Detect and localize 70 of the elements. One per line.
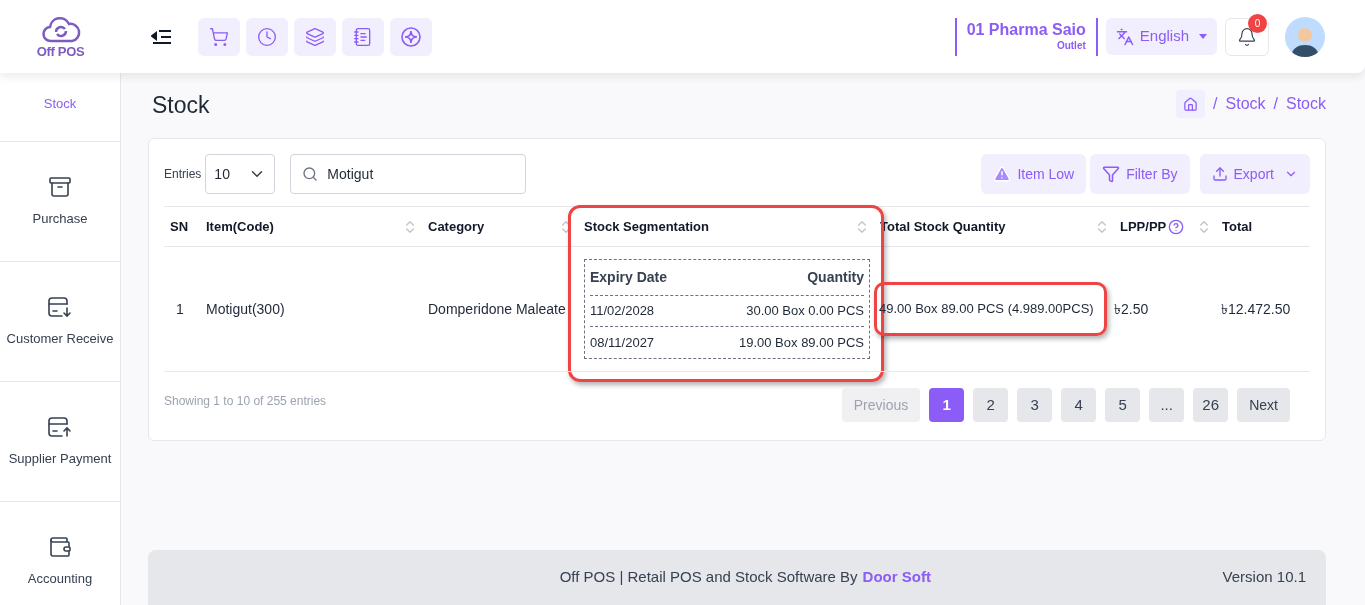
entries-select[interactable]: 10 [205,154,276,194]
collapse-menu-icon[interactable] [151,27,173,46]
breadcrumb-link[interactable]: Stock [1286,92,1326,116]
table-cell-text: 11/02/2028 [590,302,655,321]
table-cell: ৳2.50 [1114,247,1216,372]
column-header: Expiry Date [590,268,668,287]
page-button[interactable]: 5 [1105,388,1141,422]
table-cell: Motigut(300) [200,247,422,372]
table-cell: 1 [164,247,200,372]
bell-icon [1237,26,1257,47]
page-button[interactable]: 1 [929,388,965,422]
caret-icon [1199,34,1207,39]
cloud-logo-icon [40,15,81,45]
filter-icon [1102,165,1121,183]
page-button[interactable]: 2 [973,388,1009,422]
filter-button[interactable]: Filter By [1090,154,1190,194]
version-text: Version 10.1 [1222,567,1306,588]
card-down-arrow-icon [47,294,73,319]
page-button[interactable]: 4 [1061,388,1097,422]
wallet-icon [48,534,72,559]
translate-icon [1115,27,1134,46]
breadcrumb-separator: / [1273,94,1278,114]
export-button[interactable]: Export [1199,154,1310,194]
card-up-arrow-icon [47,414,73,439]
column-header: Total [1222,217,1253,236]
table-cell: Domperidone Maleate [422,247,578,372]
entries-label: Entries [164,166,202,183]
outlet-type: Outlet [1056,40,1086,53]
breadcrumb-link[interactable]: Stock [1225,92,1266,116]
page-button[interactable]: 26 [1193,388,1229,422]
sidebar-item[interactable]: Stock [0,73,120,142]
sidebar-item[interactable]: Accounting [0,502,120,605]
footer-text: Off POS | Retail POS and Stock Software By [559,567,858,588]
search-icon [302,166,319,182]
column-header: Quantity [807,268,864,287]
breadcrumb-separator: / [1213,94,1218,114]
column-header: Stock Segmentation [584,217,709,236]
column-header: LPP/PP [1120,217,1167,236]
entries-info: Showing 1 to 10 of 255 entries [164,393,327,410]
table-cell: ৳12.472.50 [1216,247,1310,372]
sidebar-item[interactable]: Purchase [0,142,120,262]
page-button[interactable]: ... [1149,388,1185,422]
notification-badge: 0 [1248,13,1267,33]
clock-icon[interactable] [246,17,288,56]
logo-text: Off POS [36,45,85,58]
notification-button[interactable]: 0 [1225,17,1269,56]
archive-icon [48,174,72,199]
table-cell-text: 08/11/2027 [590,333,655,352]
help-icon[interactable] [1168,218,1185,235]
next-button[interactable]: Next [1237,388,1290,422]
column-header: SN [170,217,189,236]
language-dropdown[interactable]: English [1105,18,1217,55]
page-title: Stock [152,91,210,121]
notebook-icon[interactable] [342,17,384,56]
sidebar-item[interactable]: Supplier Payment [0,382,120,502]
table-cell-text: 19.00 Box 89.00 PCS [738,333,864,352]
cart-icon[interactable] [198,17,240,56]
warning-button[interactable]: Item Low [981,154,1087,194]
layers-icon[interactable] [294,17,336,56]
search-field[interactable]: Motigut [290,154,527,194]
warning-icon [993,165,1012,183]
outlet-name: 01 Pharma Saio [966,20,1086,41]
home-icon[interactable] [1176,90,1206,118]
sidebar-item[interactable]: Customer Receive [0,262,120,382]
table-cell-text: 30.00 Box 0.00 PCS [746,302,864,321]
page-button[interactable]: 3 [1017,388,1053,422]
column-header: Category [428,217,485,236]
column-header: Item(Code) [206,217,274,236]
upload-icon [1211,166,1228,182]
avatar-icon[interactable] [1285,16,1325,57]
